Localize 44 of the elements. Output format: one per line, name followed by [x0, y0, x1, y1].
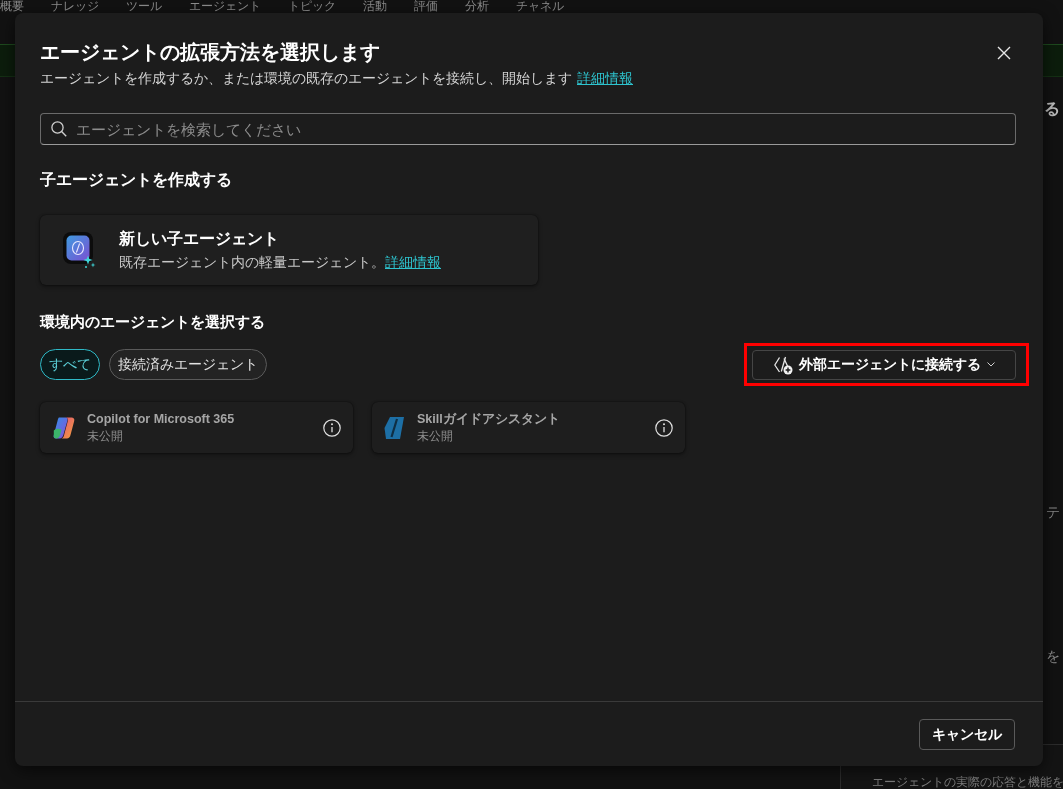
code-plus-icon — [773, 354, 793, 375]
nav-tab[interactable]: トピック — [288, 0, 336, 13]
filter-chip[interactable]: すべて — [40, 349, 100, 380]
info-button[interactable] — [654, 417, 674, 438]
card-description: 既存エージェント内の軽量エージェント。 — [119, 253, 385, 272]
chevron-down-icon — [987, 362, 995, 367]
agent-card[interactable]: Skillガイドアシスタント 未公開 — [372, 402, 685, 453]
agent-card[interactable]: Copilot for Microsoft 365 未公開 — [40, 402, 353, 453]
card-title: 新しい子エージェント — [119, 229, 280, 249]
connect-agent-button[interactable]: 外部エージェントに接続する — [752, 349, 1016, 380]
agent-name: Skillガイドアシスタント — [417, 411, 561, 427]
dialog-subtitle: エージェントを作成するか、または環境の既存のエージェントを接続し、開始します — [40, 69, 572, 88]
agent-tile-icon — [62, 231, 96, 269]
nav-tab[interactable]: チャネル — [516, 0, 564, 13]
nav-tab[interactable]: 分析 — [465, 0, 489, 13]
info-icon — [323, 418, 341, 437]
info-icon — [655, 418, 673, 437]
info-button[interactable] — [322, 417, 342, 438]
nav-tab[interactable]: 概要 — [0, 0, 24, 13]
agent-status: 未公開 — [87, 428, 124, 444]
nav-tab[interactable]: 活動 — [363, 0, 387, 13]
swirl-logo-icon — [52, 415, 76, 440]
agent-name: Copilot for Microsoft 365 — [87, 411, 236, 427]
close-icon — [997, 46, 1011, 60]
agent-card[interactable]: 新しい子エージェント 既存エージェント内の軽量エージェント。詳細情報 — [40, 215, 538, 285]
section-heading: 子エージェントを作成する — [40, 170, 233, 190]
dialog-title: エージェントの拡張方法を選択します — [40, 40, 380, 65]
background-text: を — [1046, 647, 1060, 664]
background-text: エージェントの実際の応答と機能を — [872, 775, 1063, 789]
filter-chip[interactable]: 接続済みエージェント — [109, 349, 267, 380]
learn-more-link[interactable]: 詳細情報 — [385, 254, 441, 272]
nav-tab[interactable]: ツール — [126, 0, 162, 13]
learn-more-link[interactable]: 詳細情報 — [577, 68, 633, 88]
agent-status: 未公開 — [417, 428, 454, 444]
nav-tab[interactable]: エージェント — [189, 0, 261, 13]
slanted-tile-icon — [384, 415, 406, 440]
background-text: テ — [1046, 503, 1060, 520]
search-field[interactable]: エージェントを検索してください — [40, 113, 1016, 145]
cancel-button[interactable]: キャンセル — [919, 719, 1015, 750]
background-text: る — [1044, 100, 1060, 117]
section-heading: 環境内のエージェントを選択する — [40, 312, 266, 332]
search-icon — [51, 121, 67, 137]
nav-tab[interactable]: 評価 — [414, 0, 438, 13]
nav-tab[interactable]: ナレッジ — [51, 0, 99, 13]
